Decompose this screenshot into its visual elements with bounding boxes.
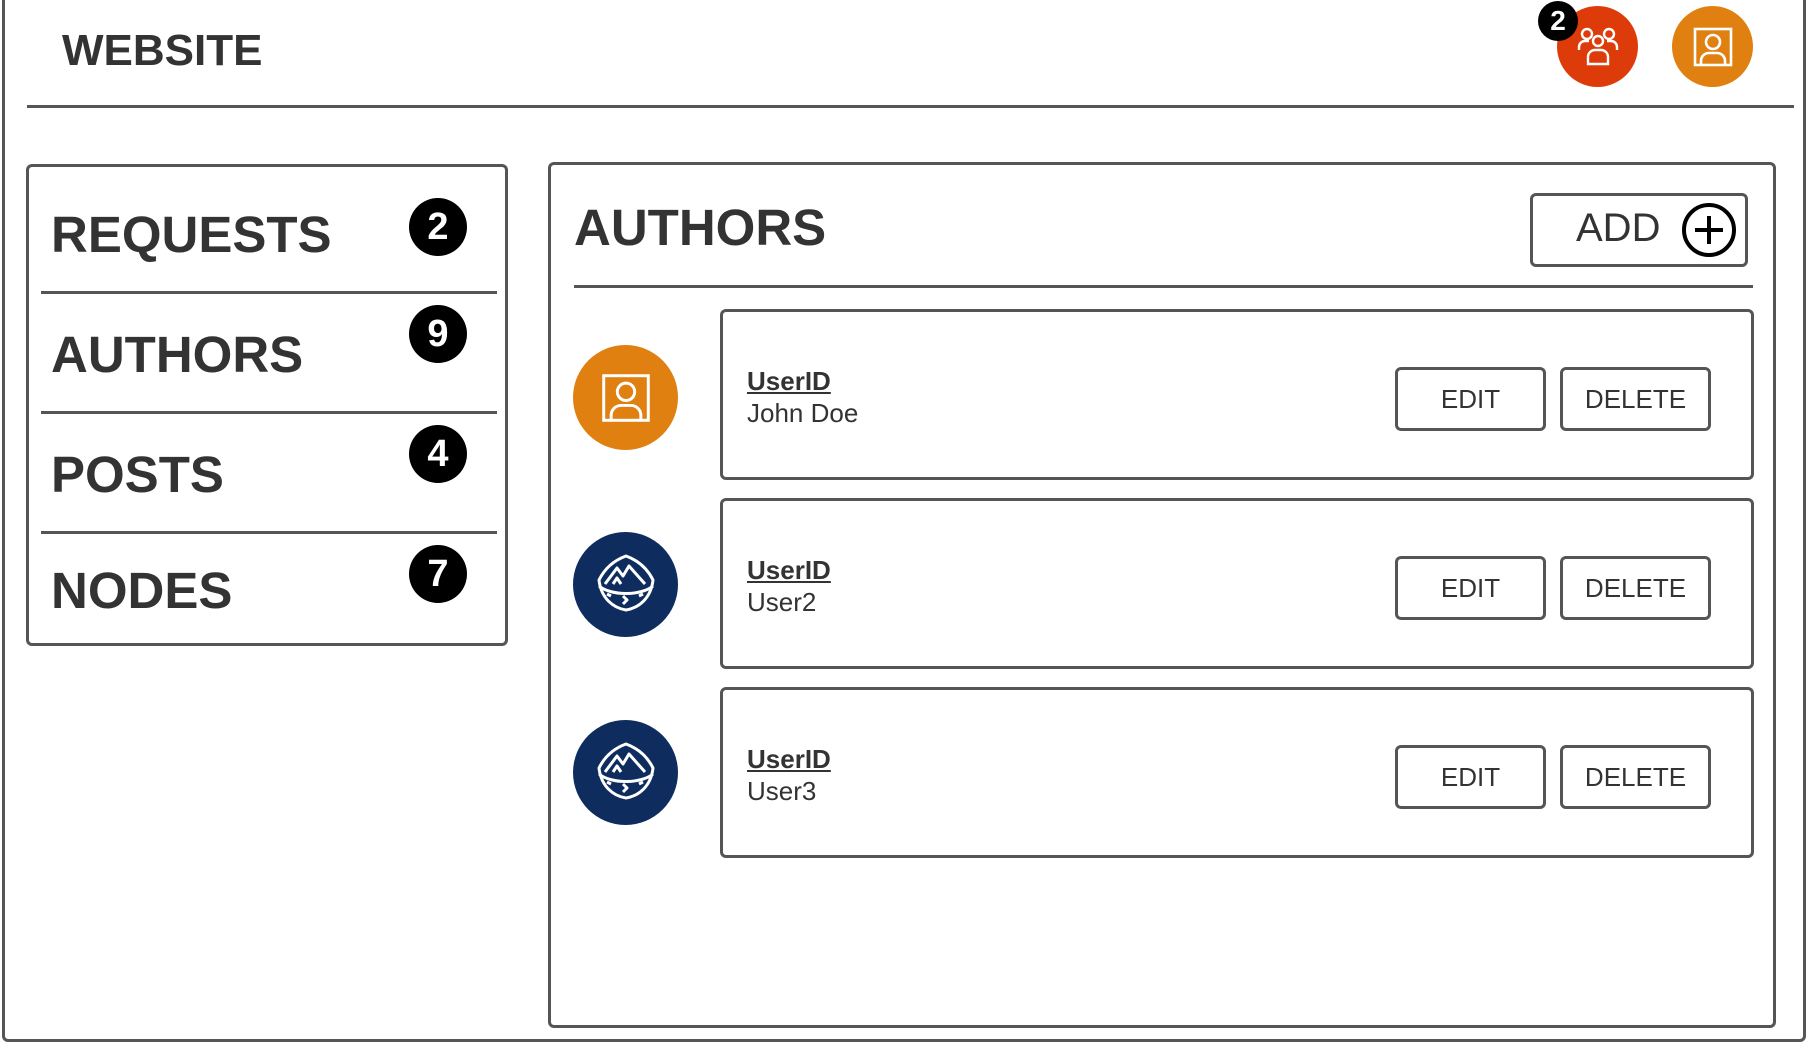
avatar (573, 720, 678, 825)
plus-circle-icon (1682, 203, 1736, 257)
sidebar-item-authors[interactable]: AUTHORS 9 (29, 294, 505, 411)
delete-button[interactable]: DELETE (1560, 745, 1711, 809)
sidebar: REQUESTS 2 AUTHORS 9 POSTS 4 NODES 7 (26, 164, 508, 646)
count-badge: 2 (409, 198, 467, 256)
count-badge: 7 (409, 545, 467, 603)
author-card: UserID User2 EDIT DELETE (720, 498, 1754, 669)
sidebar-item-requests[interactable]: REQUESTS 2 (29, 167, 505, 291)
edit-button[interactable]: EDIT (1395, 556, 1546, 620)
notifications-badge: 2 (1538, 1, 1578, 41)
author-card: UserID John Doe EDIT DELETE (720, 309, 1754, 480)
user-id-label: UserID (747, 366, 831, 396)
delete-button[interactable]: DELETE (1560, 556, 1711, 620)
sidebar-item-label: REQUESTS (51, 206, 332, 263)
group-icon (1577, 27, 1618, 65)
site-title: WEBSITE (62, 26, 263, 75)
user-id-label: UserID (747, 555, 831, 585)
user-portrait-icon (1693, 27, 1732, 66)
delete-button[interactable]: DELETE (1560, 367, 1711, 431)
user-name: User3 (747, 776, 817, 806)
sidebar-item-nodes[interactable]: NODES 7 (29, 534, 505, 646)
sidebar-item-posts[interactable]: POSTS 4 (29, 414, 505, 531)
avatar (573, 532, 678, 637)
user-portrait-icon (601, 373, 650, 422)
author-card: UserID User3 EDIT DELETE (720, 687, 1754, 858)
sidebar-item-label: POSTS (51, 446, 224, 503)
header-divider (27, 105, 1794, 108)
mountain-shield-icon (597, 742, 654, 799)
sidebar-item-label: AUTHORS (51, 326, 304, 383)
count-badge: 9 (409, 305, 467, 363)
page-title: AUTHORS (574, 199, 827, 256)
add-author-button[interactable]: ADD (1530, 193, 1748, 267)
sidebar-item-label: NODES (51, 562, 233, 619)
edit-button[interactable]: EDIT (1395, 367, 1546, 431)
edit-button[interactable]: EDIT (1395, 745, 1546, 809)
mountain-shield-icon (597, 554, 654, 611)
user-name: John Doe (747, 398, 859, 428)
count-badge: 4 (409, 425, 467, 483)
title-divider (574, 285, 1753, 288)
user-name: User2 (747, 587, 817, 617)
profile-button[interactable] (1672, 6, 1753, 87)
add-button-label: ADD (1576, 206, 1661, 250)
user-id-label: UserID (747, 744, 831, 774)
avatar (573, 345, 678, 450)
